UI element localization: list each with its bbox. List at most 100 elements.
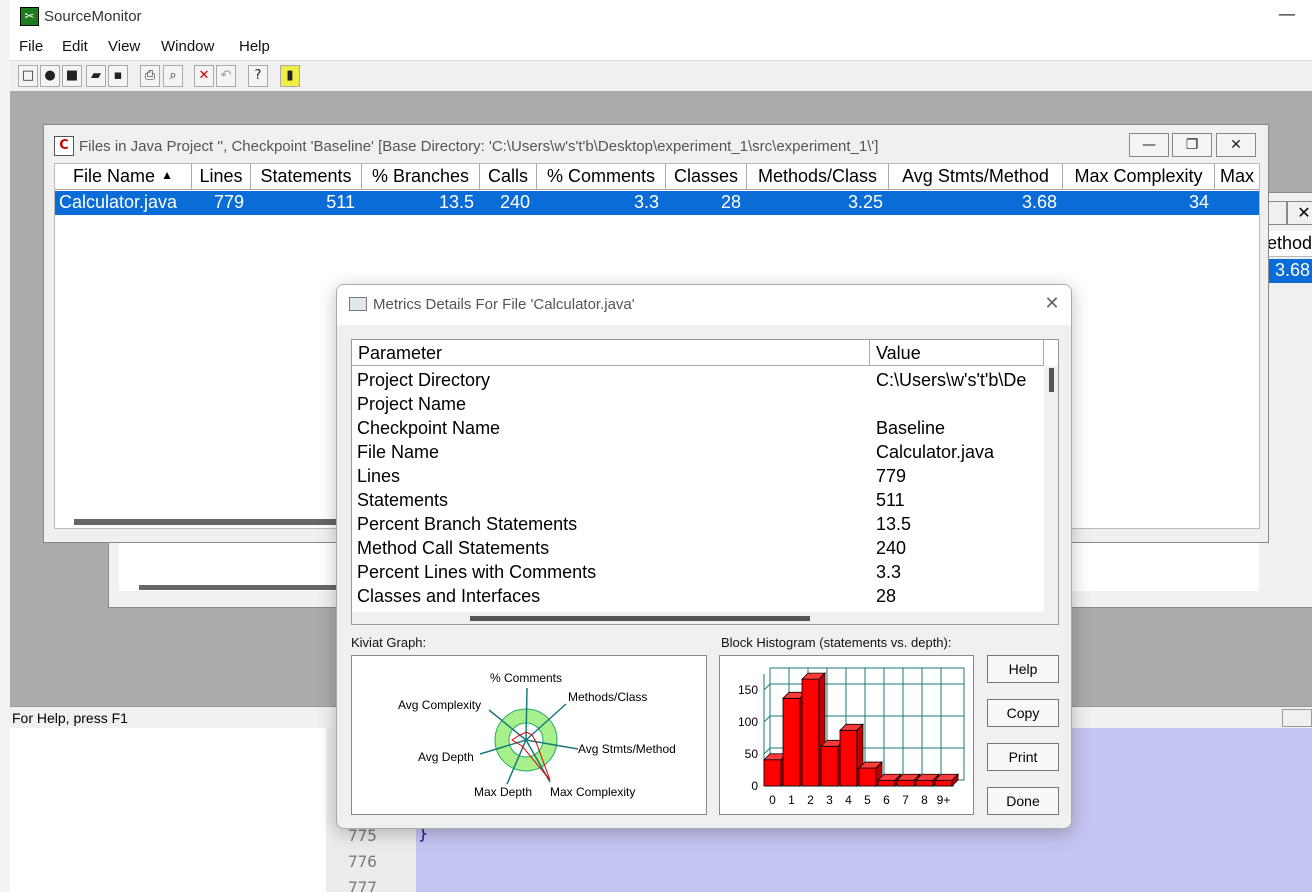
new-icon[interactable]: □: [18, 65, 38, 87]
histogram-bar: [820, 745, 839, 787]
cell-branches: 13.5: [438, 192, 474, 212]
horizontal-scrollbar[interactable]: [139, 585, 339, 590]
histogram-bar: [839, 729, 858, 787]
minimize-button[interactable]: —: [1272, 4, 1302, 28]
menu-view[interactable]: View: [108, 38, 140, 55]
metric-parameter: Method Call Statements: [357, 538, 550, 558]
close-button[interactable]: ✕: [1216, 133, 1256, 157]
scroll-thumb[interactable]: [1049, 368, 1054, 392]
list-item[interactable]: File Name Calculator.java: [352, 442, 1044, 466]
cell-statements: 511: [326, 192, 355, 212]
list-item[interactable]: Method Call Statements 240: [352, 538, 1044, 562]
histogram-label: Block Histogram (statements vs. depth):: [721, 635, 952, 650]
metric-parameter: Percent Lines with Comments: [357, 562, 597, 582]
list-item[interactable]: Statements 511: [352, 490, 1044, 514]
horizontal-scrollbar[interactable]: [352, 612, 1044, 624]
print-preview-icon[interactable]: ⌕: [163, 65, 183, 87]
column-header-branches[interactable]: % Branches: [362, 164, 480, 190]
list-item[interactable]: Percent Branch Statements 13.5: [352, 514, 1044, 538]
x-tick-label: 6: [883, 793, 890, 807]
column-header-statements[interactable]: Statements: [251, 164, 362, 190]
help-button[interactable]: Help: [987, 655, 1059, 683]
about-icon[interactable]: ▮: [280, 65, 300, 87]
list-item[interactable]: Classes and Interfaces 28: [352, 586, 1044, 610]
metric-parameter: Statements: [357, 490, 449, 510]
scroll-thumb[interactable]: [470, 616, 810, 621]
dialog-icon: [349, 297, 367, 311]
x-tick-label: 9+: [937, 793, 951, 807]
kiviat-axis-label: Methods/Class: [568, 690, 647, 704]
cell-file-name: Calculator.java: [59, 192, 178, 212]
file-window-title-bar: C Files in Java Project '', Checkpoint '…: [44, 125, 1268, 163]
selected-value-fragment[interactable]: 3.68: [1269, 259, 1312, 283]
open-project-icon[interactable]: ●: [40, 65, 60, 87]
vertical-scrollbar[interactable]: [1044, 366, 1058, 624]
histogram-bar: [896, 779, 915, 787]
histogram-bar: [763, 759, 782, 787]
metric-value: 28: [876, 586, 897, 606]
column-header-classes[interactable]: Classes: [666, 164, 747, 190]
grid-line: [763, 683, 771, 691]
menu-bar: File Edit View Window Help: [10, 34, 1312, 60]
kiviat-axis-label: % Comments: [490, 671, 562, 685]
column-header-comments[interactable]: % Comments: [537, 164, 666, 190]
kiviat-svg: % Comments Methods/Class Avg Stmts/Metho…: [398, 671, 676, 799]
list-item[interactable]: Checkpoint Name Baseline: [352, 418, 1044, 442]
close-project-icon[interactable]: ■: [62, 65, 82, 87]
column-header-max-depth[interactable]: Max: [1215, 164, 1259, 190]
menu-help[interactable]: Help: [239, 38, 270, 55]
metric-parameter: Checkpoint Name: [357, 418, 501, 438]
restore-button[interactable]: ❐: [1172, 133, 1212, 157]
grid-line: [763, 747, 771, 755]
app-title: SourceMonitor: [44, 8, 142, 25]
close-icon[interactable]: ✕: [1041, 293, 1063, 315]
sourcemonitor-icon: ✂: [20, 7, 39, 26]
menu-edit[interactable]: Edit: [62, 38, 88, 55]
column-header-lines[interactable]: Lines: [192, 164, 251, 190]
column-header-avg-stmts[interactable]: Avg Stmts/Method: [889, 164, 1063, 190]
metric-value: 3.3: [876, 562, 902, 582]
column-header-value[interactable]: Value: [870, 340, 1044, 366]
dialog-title: Metrics Details For File 'Calculator.jav…: [373, 296, 635, 313]
list-item[interactable]: Percent Lines with Comments 3.3: [352, 562, 1044, 586]
x-tick-label: 3: [826, 793, 833, 807]
cell-avg-stmts: 3.68: [1021, 192, 1057, 212]
kiviat-axis-label: Avg Stmts/Method: [578, 742, 676, 756]
list-item[interactable]: Project Name: [352, 394, 1044, 418]
column-header-parameter[interactable]: Parameter: [352, 340, 870, 366]
delete-icon[interactable]: ✕: [194, 65, 214, 87]
kiviat-axis-label: Avg Complexity: [398, 698, 481, 712]
menu-window[interactable]: Window: [161, 38, 214, 55]
horizontal-scrollbar[interactable]: [74, 519, 338, 525]
done-button[interactable]: Done: [987, 787, 1059, 815]
column-header-calls[interactable]: Calls: [480, 164, 537, 190]
copy-button[interactable]: Copy: [987, 699, 1059, 727]
column-header-file-name[interactable]: File Name ▲: [55, 164, 192, 190]
restore-button[interactable]: [1267, 201, 1287, 225]
minimize-button[interactable]: —: [1129, 133, 1169, 157]
status-panel: [1282, 709, 1312, 727]
menu-file[interactable]: File: [19, 38, 43, 55]
metric-value: 511: [876, 490, 905, 510]
context-help-icon[interactable]: ?: [248, 65, 268, 87]
list-item[interactable]: Lines 779: [352, 466, 1044, 490]
kiviat-axis-label: Max Complexity: [550, 785, 635, 799]
histogram-bar: [934, 779, 953, 787]
kiviat-graph: % Comments Methods/Class Avg Stmts/Metho…: [351, 655, 707, 815]
sort-ascending-icon: ▲: [161, 168, 173, 182]
x-tick-label: 0: [769, 793, 776, 807]
open-folder-icon[interactable]: ▰: [86, 65, 106, 87]
list-item[interactable]: Project Directory C:\Users\w's't'b\De: [352, 370, 1044, 394]
toolbar: □ ● ■ ▰ ▪ ⎙ ⌕ ✕ ↶ ? ▮: [10, 60, 1312, 91]
save-icon[interactable]: ▪: [108, 65, 128, 87]
metrics-list[interactable]: Parameter Value Project Directory C:\User…: [351, 339, 1059, 625]
cell-max-complexity: 34: [1188, 192, 1209, 212]
print-icon[interactable]: ⎙: [140, 65, 160, 87]
column-header-max-complexity[interactable]: Max Complexity: [1063, 164, 1215, 190]
undo-icon[interactable]: ↶: [216, 65, 236, 87]
close-icon[interactable]: ✕: [1287, 201, 1312, 225]
histogram-bar: [782, 697, 801, 787]
column-header-methods-class[interactable]: Methods/Class: [747, 164, 889, 190]
print-button[interactable]: Print: [987, 743, 1059, 771]
y-tick-label: 50: [745, 747, 759, 761]
